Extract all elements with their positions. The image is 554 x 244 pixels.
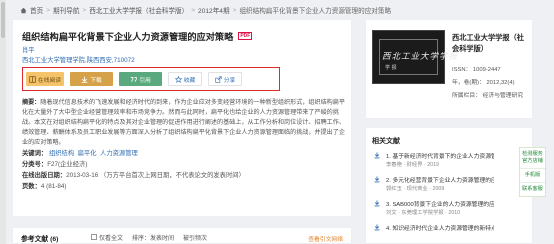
star-icon	[174, 75, 182, 83]
related-item-title[interactable]: 4. 知识经济时代企业人力资源管理的新特点	[386, 223, 494, 232]
references-count: (6)	[50, 236, 59, 243]
fulltext-only-checkbox[interactable]: 仅看全文	[91, 233, 123, 242]
journal-name[interactable]: 西北工业大学学报（社会科学版）	[452, 32, 530, 54]
journal-category: 所属栏目： 经济与管理研究	[452, 93, 524, 99]
related-item-source: 刘文 · 东莞理工学院学报 · 2010	[386, 210, 461, 216]
mobile-version-link[interactable]: 手机版	[520, 169, 545, 183]
classification-value: F27(企业经济)	[47, 161, 88, 168]
related-heading: 相关文献	[372, 138, 400, 145]
breadcrumb-issue[interactable]: 2012年4期	[198, 5, 230, 15]
cover-title: 西北工业大学学报	[382, 52, 459, 62]
checkbox-icon	[91, 234, 97, 240]
keyword-link[interactable]: 扁平化	[78, 150, 97, 157]
sort-by-date[interactable]: 排序：发表时间	[132, 233, 174, 242]
related-item[interactable]: 2. 多元化经营背景下企业人力资源管理的应对 郭红玉 · 现代商业 · 2009	[374, 175, 494, 194]
customer-service-link[interactable]: 联系客服	[520, 183, 545, 196]
action-buttons-highlight: 在线阅读 下载 引用 收藏 分享	[22, 67, 280, 91]
related-item-title[interactable]: 1. 基于新经济时代背景下的企业人力资源管理	[386, 151, 494, 160]
cover-subtitle: 学 报	[385, 65, 397, 71]
download-icon[interactable]	[374, 152, 380, 159]
related-articles-panel: 相关文献 1. 基于新经济时代背景下的企业人力资源管理 李春艳 · 财经界 · …	[365, 127, 533, 244]
breadcrumb-separator: >	[191, 6, 196, 14]
article-title: 组织结构扁平化背景下企业人力资源管理的应对策略	[22, 32, 234, 42]
breadcrumb-current: 组织结构扁平化背景下企业人力资源管理的应对策略	[239, 8, 392, 15]
pdf-icon: PDF	[238, 32, 253, 40]
breadcrumb-separator: >	[82, 6, 87, 14]
related-item[interactable]: 1. 基于新经济时代背景下的企业人力资源管理 李春艳 · 财经界 · 2019	[374, 151, 494, 170]
download-button[interactable]: 下载	[70, 72, 113, 86]
breadcrumb-journal-nav[interactable]: 期刊导航	[53, 5, 79, 15]
download-icon[interactable]	[374, 200, 380, 207]
cite-label: 引用	[139, 77, 151, 84]
related-item[interactable]: 4. 知识经济时代企业人力资源管理的新特点	[374, 223, 494, 235]
download-icon[interactable]	[374, 176, 380, 183]
references-controls: 仅看全文 排序：发表时间 被引频次	[91, 233, 207, 242]
download-icon[interactable]	[374, 224, 380, 231]
fulltext-only-label: 仅看全文	[99, 236, 124, 242]
online-read-button[interactable]: 在线阅读	[26, 72, 64, 86]
download-icon	[81, 76, 88, 83]
abstract: 摘要：随着现代信息技术的飞速发展和经济时代的到来，作为企业应对多变经营环境的一种…	[22, 98, 348, 148]
online-read-label: 在线阅读	[37, 77, 62, 84]
home-icon[interactable]	[20, 7, 27, 14]
download-label: 下载	[90, 77, 102, 84]
online-date-value: 2013-03-16 （万方平台首次上网日期，不代表论文的发表时间）	[66, 172, 245, 179]
keyword-link[interactable]: 人力资源管理	[100, 150, 138, 157]
favorite-button[interactable]: 收藏	[168, 72, 202, 86]
abstract-label: 摘要：	[22, 99, 41, 106]
abstract-text: 随着现代信息技术的飞速发展和经济时代的到来，作为企业应对多变经营环境的一种新型组…	[22, 99, 345, 146]
scrollbar-thumb[interactable]	[1, 2, 5, 38]
references-heading: 参考文献 (6)	[21, 233, 58, 243]
breadcrumb-home[interactable]: 首页	[30, 5, 43, 15]
article-detail-panel: 组织结构扁平化背景下企业人力资源管理的应对策略 PDF 肖平 西北工业大学管理学…	[12, 19, 352, 217]
journal-cover[interactable]: 西北工业大学学报 学 报	[372, 30, 457, 84]
keywords-label: 关键词：	[22, 150, 48, 157]
affiliation-link[interactable]: 西北工业大学管理学院,陕西西安,710072	[22, 55, 135, 64]
breadcrumb: 首页 > 期刊导航 > 西北工业大学学报（社会科学版） > 2012年4期 > …	[20, 3, 391, 17]
related-item-title[interactable]: 2. 多元化经营背景下企业人力资源管理的应对	[386, 175, 494, 184]
references-panel: 参考文献 (6) 仅看全文 排序：发表时间 被引频次 查看引文网络	[12, 227, 352, 244]
keywords-row: 关键词： 组织结构 扁平化 人力资源管理	[22, 148, 138, 157]
pages-label: 页数：	[22, 183, 41, 190]
online-date-row: 在线出版日期：2013-03-16 （万方平台首次上网日期，不代表论文的发表时间…	[22, 170, 245, 179]
related-item[interactable]: 3. SAB000背景下企业的人力资源管理的应对策略 刘文 · 东莞理工学院学报…	[374, 199, 494, 218]
share-icon	[215, 75, 222, 83]
floating-service-panel: 检测服务官方店铺 手机版 联系客服	[519, 147, 546, 197]
share-label: 分享	[223, 77, 236, 84]
pages-value: 4 (81-84)	[40, 183, 67, 190]
share-button[interactable]: 分享	[208, 72, 242, 86]
sort-by-cited[interactable]: 被引频次	[183, 233, 207, 242]
favorite-label: 收藏	[183, 77, 196, 84]
page-scrollbar[interactable]	[0, 0, 6, 244]
related-item-title[interactable]: 3. SAB000背景下企业的人力资源管理的应对策略	[386, 199, 494, 208]
journal-issn: ISSN： 1009-2447	[452, 67, 501, 73]
classification-row: 分类号：F27(企业经济)	[22, 159, 87, 168]
keyword-link[interactable]: 组织结构	[49, 150, 74, 157]
cite-button[interactable]: 引用	[119, 72, 162, 86]
breadcrumb-journal[interactable]: 西北工业大学学报（社会科学版）	[89, 5, 188, 15]
journal-year-volume: 年，卷(期)： 2012,32(4)	[452, 80, 515, 86]
related-item-source: 郭红玉 · 现代商业 · 2009	[386, 186, 445, 192]
journal-info-panel: 西北工业大学学报 学 报 西北工业大学学报（社会科学版） ISSN： 1009-…	[365, 19, 533, 119]
related-item-source: 李春艳 · 财经界 · 2019	[386, 162, 439, 168]
view-citation-network-link[interactable]: 查看引文网络	[308, 234, 343, 243]
online-date-label: 在线出版日期：	[22, 172, 67, 179]
author-link[interactable]: 肖平	[22, 45, 35, 54]
breadcrumb-separator: >	[232, 6, 237, 14]
article-title-row: 组织结构扁平化背景下企业人力资源管理的应对策略 PDF	[22, 29, 253, 43]
official-store-link[interactable]: 检测服务官方店铺	[520, 148, 545, 169]
book-icon	[29, 75, 36, 83]
classification-label: 分类号：	[22, 161, 48, 168]
references-title: 参考文献	[21, 236, 49, 243]
quote-icon	[130, 76, 137, 82]
pages-row: 页数：4 (81-84)	[22, 181, 66, 190]
breadcrumb-separator: >	[46, 6, 51, 14]
